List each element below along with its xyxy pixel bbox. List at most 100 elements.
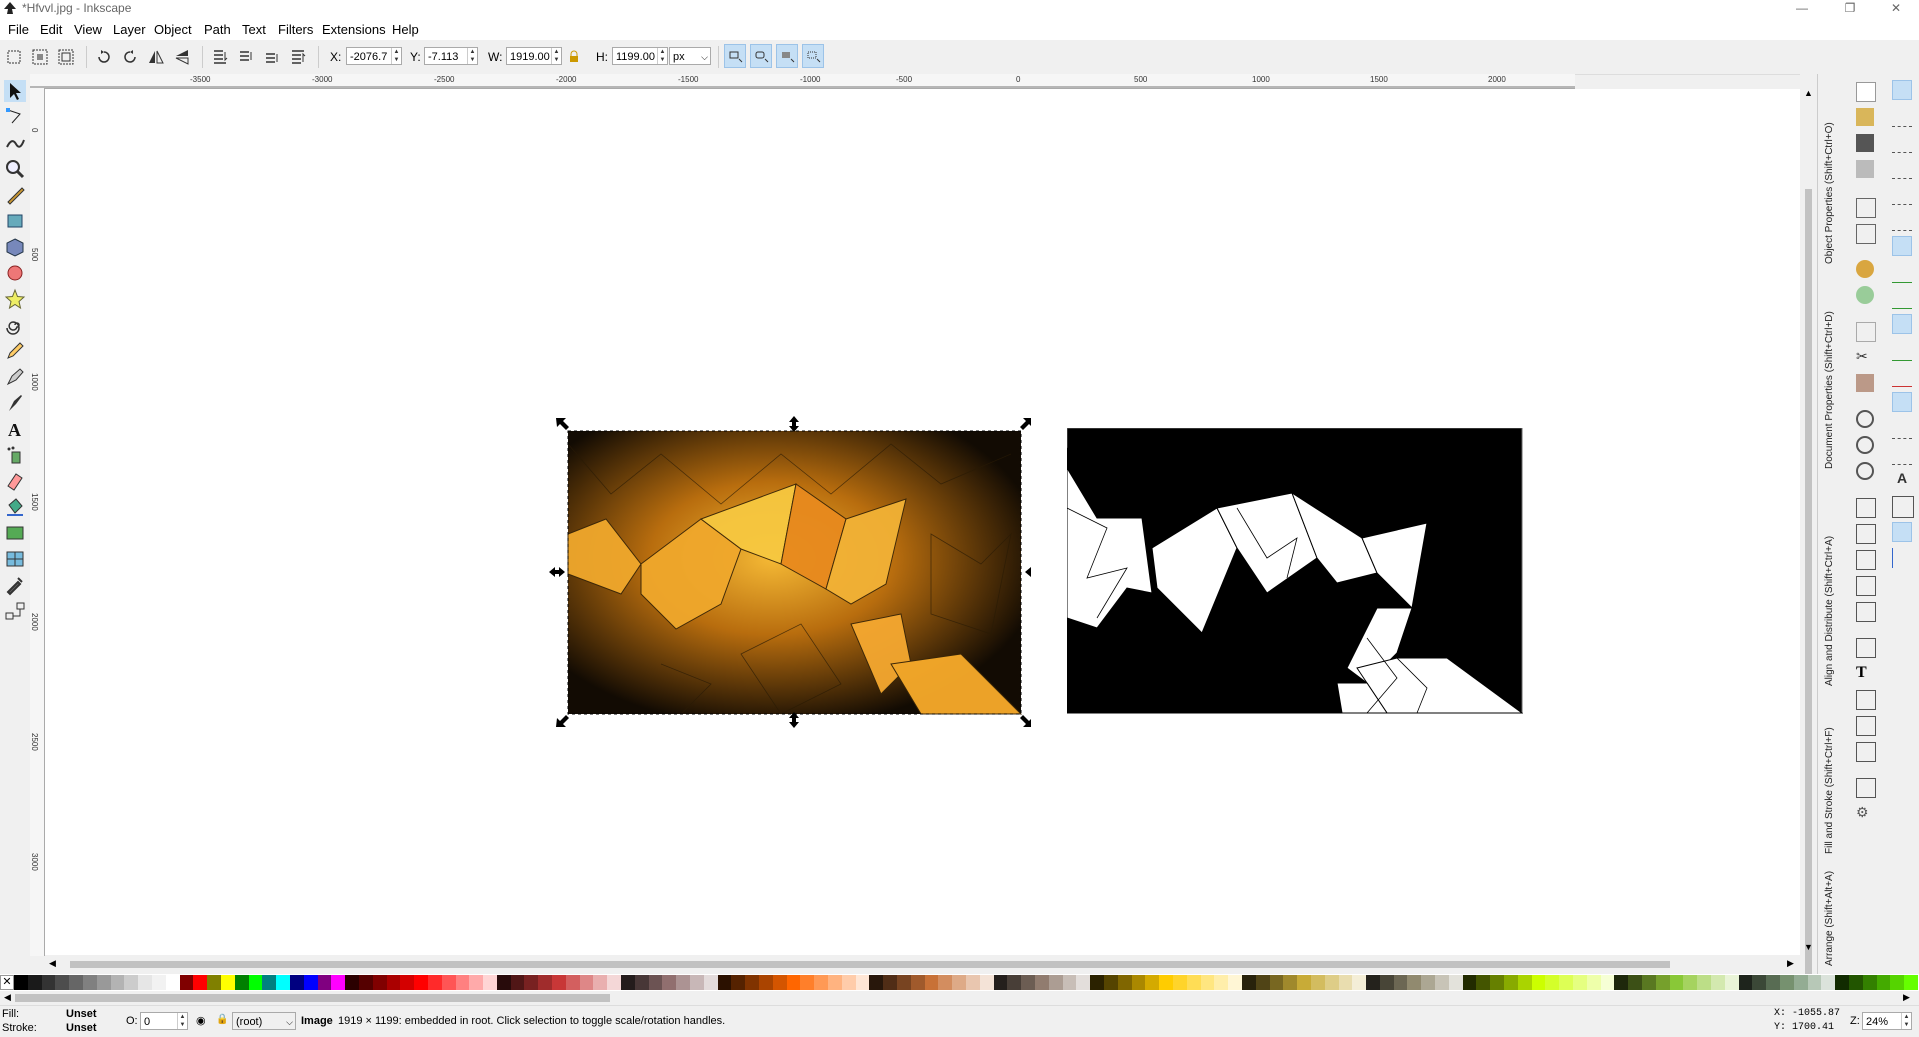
palette-swatch[interactable] <box>676 975 691 990</box>
palette-swatch[interactable] <box>1780 975 1794 990</box>
cut-icon[interactable]: ✂ <box>1856 348 1874 366</box>
palette-swatch[interactable] <box>96 975 111 990</box>
text-tool-icon[interactable]: A <box>4 418 26 440</box>
menu-edit[interactable]: Edit <box>40 22 62 37</box>
palette-swatch[interactable] <box>1835 975 1849 990</box>
palette-swatch[interactable] <box>1352 975 1367 990</box>
node-tool-icon[interactable] <box>4 106 26 128</box>
palette-swatch[interactable] <box>1062 975 1077 990</box>
palette-swatch[interactable] <box>579 975 594 990</box>
lower-icon[interactable] <box>237 48 257 66</box>
layer-select[interactable]: (root) ⌵ <box>232 1012 296 1030</box>
palette-swatch[interactable] <box>1103 975 1118 990</box>
palette-swatch[interactable] <box>234 975 249 990</box>
snap-toggle-icon[interactable] <box>1892 80 1912 100</box>
palette-swatch[interactable] <box>1683 975 1698 990</box>
palette-swatch[interactable] <box>1545 975 1560 990</box>
zoom-page-icon[interactable] <box>1856 462 1874 480</box>
palette-swatch[interactable] <box>262 975 277 990</box>
paste-icon[interactable] <box>1856 374 1874 392</box>
deselect-icon[interactable] <box>57 48 77 66</box>
align-distribute-icon[interactable] <box>1856 742 1876 762</box>
snap-others-icon[interactable] <box>1892 392 1912 412</box>
palette-swatch[interactable] <box>924 975 939 990</box>
no-paint-swatch-icon[interactable]: ✕ <box>0 975 14 990</box>
bw-image[interactable] <box>1067 428 1523 714</box>
menu-view[interactable]: View <box>74 22 102 37</box>
vertical-scroll-thumb[interactable] <box>1805 189 1812 1009</box>
palette-swatch[interactable] <box>717 975 732 990</box>
palette-swatch[interactable] <box>124 975 139 990</box>
selector-tool-icon[interactable] <box>4 80 26 102</box>
palette-swatch[interactable] <box>1807 975 1822 990</box>
palette-swatch[interactable] <box>938 975 953 990</box>
spiral-tool-icon[interactable] <box>4 314 26 336</box>
palette-swatch[interactable] <box>14 975 28 990</box>
horizontal-scrollbar[interactable]: ◀ ▶ <box>45 957 1800 971</box>
y-spinner-icon[interactable]: ▲ ▼ <box>467 48 477 64</box>
y-field[interactable]: -7.113 ▲ ▼ <box>424 47 478 65</box>
palette-swatch[interactable] <box>607 975 622 990</box>
palette-swatch[interactable] <box>1642 975 1656 990</box>
palette-swatch[interactable] <box>1600 975 1615 990</box>
palette-swatch[interactable] <box>1448 975 1463 990</box>
palette-swatch[interactable] <box>731 975 746 990</box>
palette-swatch[interactable] <box>979 975 994 990</box>
paint-bucket-tool-icon[interactable] <box>4 496 26 518</box>
palette-swatch[interactable] <box>469 975 484 990</box>
rotate-cw-icon[interactable] <box>121 48 141 66</box>
palette-swatch[interactable] <box>1034 975 1049 990</box>
undo-icon[interactable] <box>1856 260 1874 278</box>
w-field[interactable]: 1919.00 ▲ ▼ <box>506 47 562 65</box>
snap-bbox-edge-icon[interactable] <box>1892 132 1912 153</box>
palette-swatch[interactable] <box>772 975 787 990</box>
snap-centers-icon[interactable] <box>1892 418 1912 439</box>
connector-tool-icon[interactable] <box>4 600 26 622</box>
palette-swatch[interactable] <box>1793 975 1808 990</box>
snap-guides-icon[interactable] <box>1892 548 1913 568</box>
palette-swatch[interactable] <box>1228 975 1242 990</box>
scroll-up-icon[interactable]: ▲ <box>1804 88 1813 98</box>
palette-swatch[interactable] <box>69 975 83 990</box>
text-font-icon[interactable]: T <box>1856 664 1874 682</box>
gradient-tool-icon[interactable] <box>4 522 26 544</box>
menu-help[interactable]: Help <box>392 22 419 37</box>
palette-swatch[interactable] <box>1048 975 1063 990</box>
snap-line-midpoints-icon[interactable] <box>1892 366 1912 387</box>
tweak-tool-icon[interactable] <box>4 132 26 154</box>
palette-swatch[interactable] <box>400 975 415 990</box>
spray-tool-icon[interactable] <box>4 444 26 466</box>
new-document-icon[interactable] <box>1856 82 1876 102</box>
palette-swatch[interactable] <box>1090 975 1104 990</box>
palette-swatch[interactable] <box>1669 975 1684 990</box>
tab-arrange[interactable]: Arrange (Shift+Alt+A) <box>1824 871 1835 966</box>
palette-swatch[interactable] <box>621 975 635 990</box>
palette-swatch[interactable] <box>1214 975 1229 990</box>
palette-swatch[interactable] <box>1421 975 1436 990</box>
snap-cusp-nodes-icon[interactable] <box>1892 314 1912 334</box>
xml-editor-icon[interactable] <box>1856 716 1876 736</box>
palette-swatch[interactable] <box>1586 975 1601 990</box>
palette-swatch[interactable] <box>883 975 897 990</box>
snap-text-baseline-icon[interactable]: A <box>1892 470 1912 490</box>
palette-swatch[interactable] <box>1076 975 1091 990</box>
menu-file[interactable]: File <box>8 22 29 37</box>
palette-scroll-left-icon[interactable]: ◀ <box>4 992 11 1003</box>
dropper-tool-icon[interactable] <box>4 574 26 596</box>
palette-swatch[interactable] <box>331 975 346 990</box>
palette-swatch[interactable] <box>1310 975 1325 990</box>
snap-paths-icon[interactable] <box>1892 262 1912 283</box>
palette-swatch[interactable] <box>1655 975 1670 990</box>
palette-swatch[interactable] <box>1573 975 1587 990</box>
scroll-right-icon[interactable]: ▶ <box>1787 958 1794 969</box>
3d-box-tool-icon[interactable] <box>4 236 26 258</box>
tab-align-and-distribute[interactable]: Align and Distribute (Shift+Ctrl+A) <box>1824 536 1835 686</box>
palette-swatch[interactable] <box>1904 975 1918 990</box>
pencil-tool-icon[interactable] <box>4 340 26 362</box>
palette-swatch[interactable] <box>41 975 56 990</box>
rectangle-tool-icon[interactable] <box>4 210 26 232</box>
menu-object[interactable]: Object <box>154 22 192 37</box>
scale-stroke-toggle[interactable] <box>724 44 746 68</box>
measure-tool-icon[interactable] <box>4 184 26 206</box>
palette-swatch[interactable] <box>993 975 1008 990</box>
